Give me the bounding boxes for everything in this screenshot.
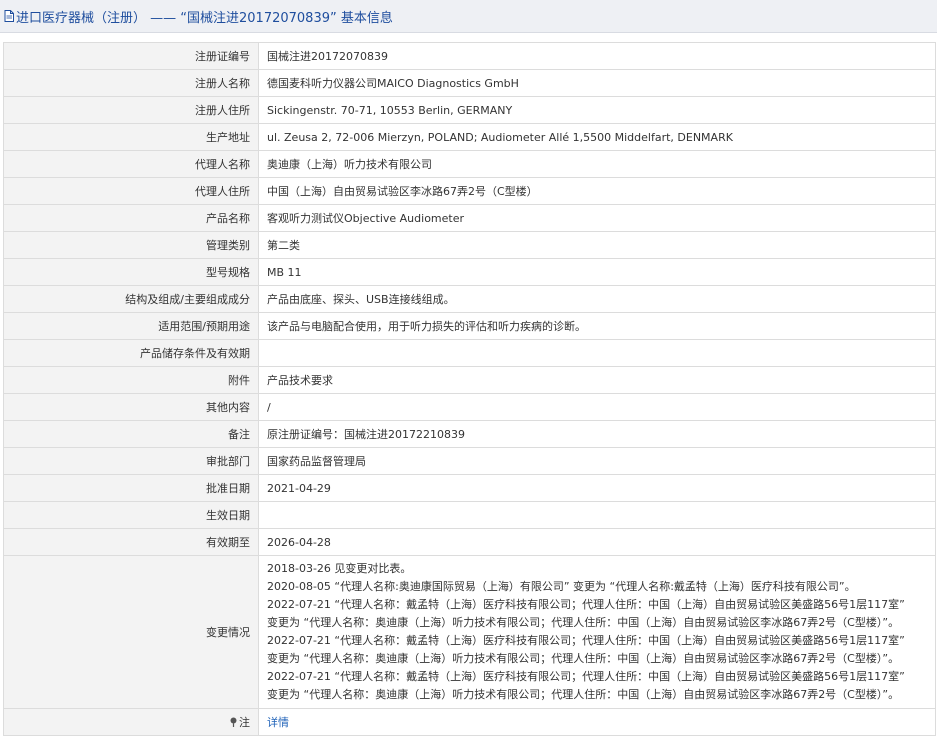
change-line: 2020-08-05 “代理人名称:奥迪康国际贸易（上海）有限公司” 变更为 “… <box>267 580 856 593</box>
table-row: 有效期至 2026-04-28 <box>3 528 936 556</box>
table-row: 管理类别 第二类 <box>3 231 936 259</box>
table-row-changes: 变更情况 2018-03-26 见变更对比表。 2020-08-05 “代理人名称… <box>3 555 936 709</box>
table-row: 生产地址 ul. Zeusa 2, 72-006 Mierzyn, POLAND;… <box>3 123 936 151</box>
change-line: 变更为 “代理人名称：奥迪康（上海）听力技术有限公司；代理人住所：中国（上海）自… <box>267 688 900 701</box>
field-label: 附件 <box>3 366 259 394</box>
document-icon <box>4 10 14 22</box>
field-value <box>258 339 936 367</box>
field-value: 中国（上海）自由贸易试验区李冰路67弄2号（C型楼） <box>258 177 936 205</box>
field-value: 该产品与电脑配合使用，用于听力损失的评估和听力疾病的诊断。 <box>258 312 936 340</box>
field-label: 其他内容 <box>3 393 259 421</box>
change-line: 2022-07-21 “代理人名称：戴孟特（上海）医疗科技有限公司；代理人住所：… <box>267 598 905 611</box>
field-label: 有效期至 <box>3 528 259 556</box>
field-label: 生效日期 <box>3 501 259 529</box>
field-label: 变更情况 <box>3 555 259 709</box>
note-value: 详情 <box>258 708 936 736</box>
field-label: 结构及组成/主要组成成分 <box>3 285 259 313</box>
table-row: 代理人名称 奥迪康（上海）听力技术有限公司 <box>3 150 936 178</box>
change-line: 变更为 “代理人名称：奥迪康（上海）听力技术有限公司；代理人住所：中国（上海）自… <box>267 652 900 665</box>
page-header: 进口医疗器械（注册） —— “国械注进20172070839” 基本信息 <box>0 0 937 33</box>
change-line: 2018-03-26 见变更对比表。 <box>267 562 412 575</box>
page-title: 进口医疗器械（注册） —— “国械注进20172070839” 基本信息 <box>16 10 393 26</box>
field-label: 代理人名称 <box>3 150 259 178</box>
change-line: 2022-07-21 “代理人名称：戴孟特（上海）医疗科技有限公司；代理人住所：… <box>267 670 905 683</box>
field-label: 管理类别 <box>3 231 259 259</box>
field-value: / <box>258 393 936 421</box>
field-label: 审批部门 <box>3 447 259 475</box>
field-value <box>258 501 936 529</box>
field-value: 原注册证编号：国械注进20172210839 <box>258 420 936 448</box>
table-row: 代理人住所 中国（上海）自由贸易试验区李冰路67弄2号（C型楼） <box>3 177 936 205</box>
change-line: 变更为 “代理人名称：奥迪康（上海）听力技术有限公司；代理人住所：中国（上海）自… <box>267 616 900 629</box>
table-row: 其他内容 / <box>3 393 936 421</box>
table-row: 结构及组成/主要组成成分 产品由底座、探头、USB连接线组成。 <box>3 285 936 313</box>
table-row: 备注 原注册证编号：国械注进20172210839 <box>3 420 936 448</box>
field-value: 产品由底座、探头、USB连接线组成。 <box>258 285 936 313</box>
field-label: 生产地址 <box>3 123 259 151</box>
field-label: 批准日期 <box>3 474 259 502</box>
table-row: 产品名称 客观听力测试仪Objective Audiometer <box>3 204 936 232</box>
details-link[interactable]: 详情 <box>267 716 289 729</box>
field-label: 适用范围/预期用途 <box>3 312 259 340</box>
field-value: 产品技术要求 <box>258 366 936 394</box>
pin-icon <box>229 717 238 730</box>
field-label: 型号规格 <box>3 258 259 286</box>
field-value: Sickingenstr. 70-71, 10553 Berlin, GERMA… <box>258 96 936 124</box>
table-row: 适用范围/预期用途 该产品与电脑配合使用，用于听力损失的评估和听力疾病的诊断。 <box>3 312 936 340</box>
table-row: 注册人住所 Sickingenstr. 70-71, 10553 Berlin, … <box>3 96 936 124</box>
field-value: 国械注进20172070839 <box>258 42 936 70</box>
field-label: 产品储存条件及有效期 <box>3 339 259 367</box>
field-value: 2026-04-28 <box>258 528 936 556</box>
table-row: 产品储存条件及有效期 <box>3 339 936 367</box>
field-value: 奥迪康（上海）听力技术有限公司 <box>258 150 936 178</box>
changes-list: 2018-03-26 见变更对比表。 2020-08-05 “代理人名称:奥迪康国… <box>258 555 936 709</box>
table-row: 附件 产品技术要求 <box>3 366 936 394</box>
table-row: 审批部门 国家药品监督管理局 <box>3 447 936 475</box>
field-value: 客观听力测试仪Objective Audiometer <box>258 204 936 232</box>
table-row: 注册证编号 国械注进20172070839 <box>3 42 936 70</box>
field-label: 备注 <box>3 420 259 448</box>
field-value: 第二类 <box>258 231 936 259</box>
table-row: 生效日期 <box>3 501 936 529</box>
field-value: MB 11 <box>258 258 936 286</box>
table-row-note: 注 详情 <box>3 708 936 736</box>
note-label-cell: 注 <box>3 708 259 736</box>
table-row: 注册人名称 德国麦科听力仪器公司MAICO Diagnostics GmbH <box>3 69 936 97</box>
field-value: ul. Zeusa 2, 72-006 Mierzyn, POLAND; Aud… <box>258 123 936 151</box>
detail-table: 注册证编号 国械注进20172070839 注册人名称 德国麦科听力仪器公司MAICO… <box>3 42 936 736</box>
table-row: 型号规格 MB 11 <box>3 258 936 286</box>
field-label: 代理人住所 <box>3 177 259 205</box>
field-label: 注册人名称 <box>3 69 259 97</box>
note-label: 注 <box>239 716 250 729</box>
table-row: 批准日期 2021-04-29 <box>3 474 936 502</box>
change-line: 2022-07-21 “代理人名称：戴孟特（上海）医疗科技有限公司；代理人住所：… <box>267 634 905 647</box>
field-value: 国家药品监督管理局 <box>258 447 936 475</box>
field-label: 产品名称 <box>3 204 259 232</box>
field-label: 注册证编号 <box>3 42 259 70</box>
field-value: 2021-04-29 <box>258 474 936 502</box>
field-label: 注册人住所 <box>3 96 259 124</box>
field-value: 德国麦科听力仪器公司MAICO Diagnostics GmbH <box>258 69 936 97</box>
